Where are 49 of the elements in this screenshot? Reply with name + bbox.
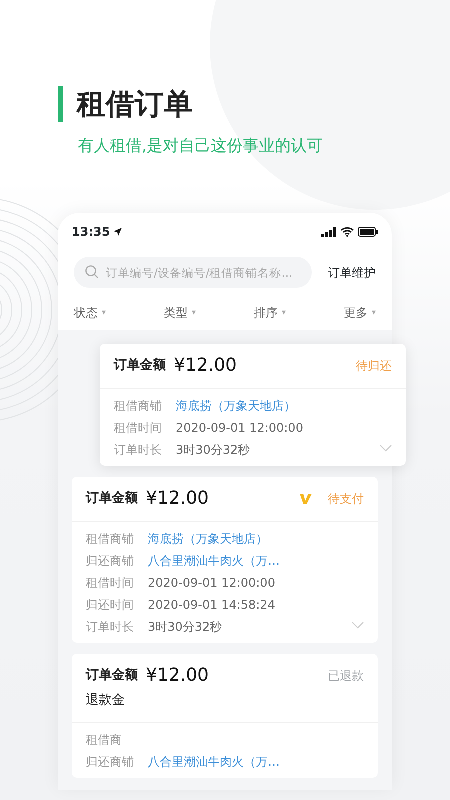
battery-icon <box>358 227 378 237</box>
field-value: 2020-09-01 12:00:00 <box>148 575 276 592</box>
refund-label: 退款金 <box>86 692 126 710</box>
amount-label: 订单金额 <box>86 490 138 508</box>
filter-dropdown[interactable]: 类型 ▾ <box>164 304 196 322</box>
order-amount: ¥12.00 <box>146 488 209 510</box>
field-value: 3时30分32秒 <box>176 442 250 459</box>
field-label: 订单时长 <box>86 619 135 636</box>
chevron-down-icon[interactable] <box>380 445 392 452</box>
order-status: 待支付 <box>328 491 364 508</box>
amount-label: 订单金额 <box>86 666 138 686</box>
order-maintenance-link[interactable]: 订单维护 <box>328 264 376 282</box>
order-status: 已退款 <box>328 668 364 685</box>
field-label: 租借商铺 <box>114 398 163 415</box>
field-label: 归还商铺 <box>86 754 135 770</box>
order-amount: ¥12.00 <box>146 665 209 687</box>
field-label: 订单时长 <box>114 442 163 459</box>
caret-icon: ▾ <box>102 307 106 319</box>
order-status: 待归还 <box>356 358 392 375</box>
amount-label: 订单金额 <box>114 356 166 376</box>
field-label: 租借时间 <box>86 575 135 592</box>
field-label: 租借时间 <box>114 420 163 437</box>
shop-link[interactable]: 海底捞（万象天地店） <box>148 528 268 550</box>
caret-icon: ▾ <box>282 307 286 319</box>
location-arrow-icon <box>114 228 122 236</box>
filter-dropdown[interactable]: 排序 ▾ <box>254 304 286 322</box>
field-label: 租借商铺 <box>86 531 135 548</box>
signal-icon <box>321 227 337 237</box>
search-icon <box>85 265 99 279</box>
page-title: 租借订单 <box>58 86 450 122</box>
shop-link[interactable]: 海底捞（万象天地店） <box>176 395 296 417</box>
shop-link[interactable]: 八合里潮汕牛肉火（万… <box>148 550 280 572</box>
shop-link[interactable]: 八合里潮汕牛肉火（万… <box>148 750 280 772</box>
field-value: 2020-09-01 12:00:00 <box>176 420 304 437</box>
field-value: 2020-09-01 14:58:24 <box>148 597 276 614</box>
filter-dropdown[interactable]: 更多 ▾ <box>344 304 376 322</box>
field-label: 归还时间 <box>86 597 135 614</box>
status-time: 13:35 <box>72 224 110 241</box>
search-field[interactable]: 订单编号/设备编号/租借商铺名称... <box>74 257 312 288</box>
wifi-icon <box>341 227 354 237</box>
field-value: 3时30分32秒 <box>148 619 222 636</box>
chevron-down-icon[interactable] <box>352 622 364 629</box>
field-label: 租借商 <box>86 732 123 748</box>
order-amount: ¥12.00 <box>174 355 237 377</box>
caret-icon: ▾ <box>372 307 376 319</box>
field-label: 归还商铺 <box>86 553 135 570</box>
page-subtitle: 有人租借,是对自己这份事业的认可 <box>78 135 324 157</box>
filter-dropdown[interactable]: 状态 ▾ <box>74 304 106 322</box>
caret-icon: ▾ <box>192 307 196 319</box>
